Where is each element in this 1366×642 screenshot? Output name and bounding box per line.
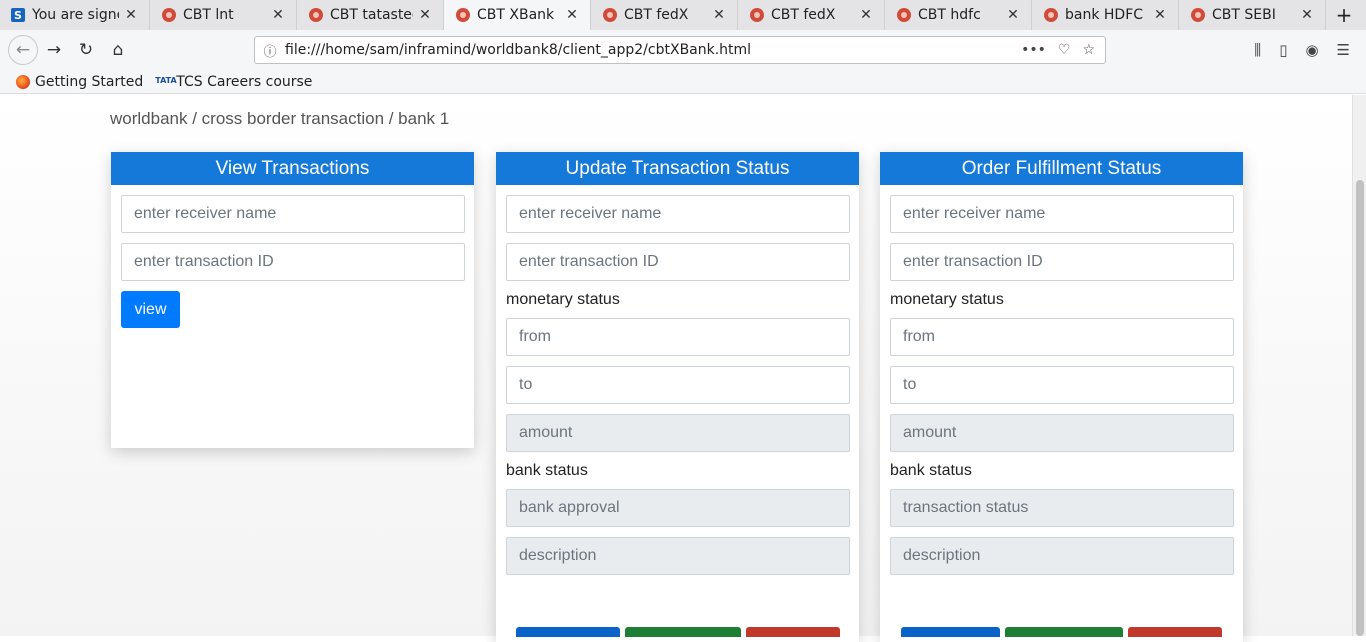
scrollbar-thumb[interactable]: [1356, 180, 1364, 636]
from-input[interactable]: from: [890, 318, 1234, 356]
tab-bar: S You are signed ✕ CBT lnt ✕ CBT tataste…: [0, 0, 1366, 30]
address-bar[interactable]: ⓘ file:///home/sam/inframind/worldbank8/…: [254, 36, 1106, 64]
tab-title: CBT fedX: [624, 7, 689, 23]
close-icon[interactable]: ✕: [707, 7, 731, 23]
tab-cbt-tatasteel[interactable]: CBT tatasteel ✕: [297, 0, 444, 30]
tab-title: CBT SEBI: [1212, 7, 1276, 23]
site-icon: [897, 8, 911, 22]
description-input[interactable]: description: [506, 537, 850, 575]
tab-title: CBT hdfc: [918, 7, 981, 23]
tab-title: CBT lnt: [183, 7, 234, 23]
close-icon[interactable]: ✕: [854, 7, 878, 23]
close-icon[interactable]: ✕: [1148, 7, 1172, 23]
tab-cbt-sebi[interactable]: CBT SEBI ✕: [1179, 0, 1326, 30]
transaction-id-input[interactable]: enter transaction ID: [121, 243, 465, 281]
tab-cbt-fedx-2[interactable]: CBT fedX ✕: [738, 0, 885, 30]
tab-signed[interactable]: S You are signed ✕: [0, 0, 150, 30]
card-title: Update Transaction Status: [496, 152, 859, 185]
view-button[interactable]: view: [121, 291, 180, 328]
site-icon: [309, 8, 323, 22]
close-icon[interactable]: ✕: [560, 7, 584, 23]
new-tab-icon[interactable]: +: [1326, 0, 1362, 30]
bookmark-star-icon[interactable]: ☆: [1082, 42, 1095, 58]
close-icon[interactable]: ✕: [1001, 7, 1025, 23]
firefox-icon: [16, 74, 30, 89]
home-icon[interactable]: ⌂: [102, 34, 134, 66]
transaction-id-input[interactable]: enter transaction ID: [890, 243, 1234, 281]
back-arrow-icon[interactable]: ←: [8, 35, 38, 65]
close-icon[interactable]: ✕: [119, 7, 143, 23]
url-text[interactable]: file:///home/sam/inframind/worldbank8/cl…: [285, 42, 1021, 58]
tab-cbt-xbank[interactable]: CBT XBank ✕: [444, 0, 591, 30]
order-fulfillment-card: Order Fulfillment Status enter receiver …: [880, 152, 1243, 642]
site-icon: [456, 8, 470, 22]
to-input[interactable]: to: [890, 366, 1234, 404]
amount-input[interactable]: amount: [890, 414, 1234, 452]
receiver-name-input[interactable]: enter receiver name: [121, 195, 465, 233]
tcs-icon: TATA: [155, 75, 177, 85]
tab-title: bank HDFC: [1065, 7, 1144, 23]
from-input[interactable]: from: [506, 318, 850, 356]
pocket-icon[interactable]: ♡: [1058, 42, 1071, 58]
to-input[interactable]: to: [506, 366, 850, 404]
account-icon[interactable]: ◉: [1305, 41, 1318, 59]
site-icon: [1191, 8, 1205, 22]
library-icon[interactable]: ⫼: [1254, 41, 1261, 59]
menu-icon[interactable]: ☰: [1337, 41, 1350, 59]
monetary-status-label: monetary status: [890, 291, 1004, 308]
bank-status-label: bank status: [506, 462, 588, 479]
update-transaction-card: Update Transaction Status enter receiver…: [496, 152, 859, 642]
forward-arrow-icon[interactable]: →: [38, 34, 70, 66]
tab-title: You are signed: [32, 7, 119, 23]
tab-title: CBT XBank: [477, 7, 555, 23]
close-icon[interactable]: ✕: [413, 7, 437, 23]
page-scrollbar[interactable]: [1352, 95, 1366, 636]
tab-title: CBT tatasteel: [330, 7, 413, 23]
view-transactions-card: View Transactions enter receiver name en…: [111, 152, 474, 448]
s-icon: S: [11, 8, 25, 22]
transaction-id-input[interactable]: enter transaction ID: [506, 243, 850, 281]
tab-cbt-hdfc[interactable]: CBT hdfc ✕: [885, 0, 1032, 30]
receiver-name-input[interactable]: enter receiver name: [506, 195, 850, 233]
bank-status-label: bank status: [890, 462, 972, 479]
site-icon: [162, 8, 176, 22]
info-icon[interactable]: ⓘ: [255, 41, 285, 60]
bookmark-label: Getting Started: [35, 73, 144, 90]
close-icon[interactable]: ✕: [266, 7, 290, 23]
page-content: worldbank / cross border transaction / b…: [0, 95, 1352, 642]
bookmarks-bar: Getting Started TATA TCS Careers course: [0, 70, 1366, 94]
monetary-status-label: monetary status: [506, 291, 620, 308]
card-title: View Transactions: [111, 152, 474, 185]
bank-approval-input[interactable]: bank approval: [506, 489, 850, 527]
site-icon: [750, 8, 764, 22]
receiver-name-input[interactable]: enter receiver name: [890, 195, 1234, 233]
tab-title: CBT fedX: [771, 7, 836, 23]
nav-bar: ← → ↻ ⌂ ⓘ file:///home/sam/inframind/wor…: [0, 30, 1366, 70]
bookmark-getting-started[interactable]: Getting Started: [16, 74, 143, 90]
bookmark-tcs-careers[interactable]: TATA TCS Careers course: [155, 74, 312, 90]
close-icon[interactable]: ✕: [1295, 7, 1319, 23]
card-title: Order Fulfillment Status: [880, 152, 1243, 185]
tab-cbt-fedx[interactable]: CBT fedX ✕: [591, 0, 738, 30]
description-input[interactable]: description: [890, 537, 1234, 575]
sidebar-icon[interactable]: ▯: [1279, 41, 1287, 59]
amount-input[interactable]: amount: [506, 414, 850, 452]
reload-icon[interactable]: ↻: [70, 34, 102, 66]
site-icon: [603, 8, 617, 22]
more-actions-icon[interactable]: •••: [1021, 42, 1046, 58]
site-icon: [1044, 8, 1058, 22]
breadcrumb: worldbank / cross border transaction / b…: [110, 109, 450, 128]
bookmark-label: TCS Careers course: [176, 73, 313, 90]
tab-bank-hdfc[interactable]: bank HDFC ✕: [1032, 0, 1179, 30]
transaction-status-input[interactable]: transaction status: [890, 489, 1234, 527]
tab-cbt-lnt[interactable]: CBT lnt ✕: [150, 0, 297, 30]
